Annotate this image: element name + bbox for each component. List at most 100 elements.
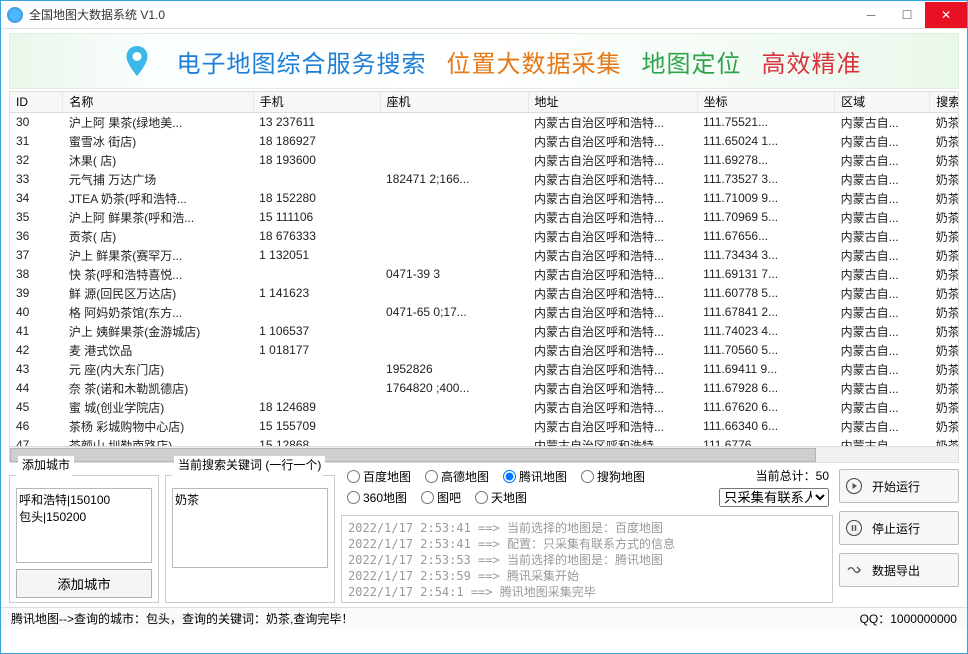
banner-text-2: 位置大数据采集: [447, 44, 622, 79]
cell-id: 43: [10, 360, 63, 379]
cell-name: 快 茶(呼和浩特喜悦...: [63, 265, 253, 284]
status-bar: 腾讯地图-->查询的城市：包头，查询的关键词：奶茶,查询完毕！ QQ：10000…: [1, 607, 967, 629]
cell-id: 39: [10, 284, 63, 303]
total-count-label: 当前总计：50: [756, 467, 829, 484]
cell-region: 内蒙古自...: [835, 322, 930, 341]
cell-kw: 奶茶: [930, 398, 959, 417]
column-header[interactable]: 名称: [63, 92, 253, 112]
column-header[interactable]: 座机: [380, 92, 528, 112]
cell-mobile: 15 111106: [253, 208, 380, 227]
cell-coord: 111.67656...: [697, 227, 834, 246]
cell-name: 茶杨 彩城购物中心店): [63, 417, 253, 436]
column-header[interactable]: ID: [10, 92, 63, 112]
column-header[interactable]: 手机: [253, 92, 380, 112]
cell-addr: 内蒙古自治区呼和浩特...: [528, 227, 697, 246]
cell-name: 沪上 鲜果茶(赛罕万...: [63, 246, 253, 265]
stop-icon: [844, 518, 864, 538]
table-row[interactable]: 39鲜 源(回民区万达店)1 141623内蒙古自治区呼和浩特...111.60…: [10, 284, 959, 303]
cell-phone: [380, 227, 528, 246]
cell-kw: 奶茶: [930, 246, 959, 265]
radio-baidu[interactable]: 百度地图: [347, 468, 411, 485]
column-header[interactable]: 坐标: [697, 92, 834, 112]
radio-tuba[interactable]: 图吧: [421, 489, 461, 506]
table-row[interactable]: 38快 茶(呼和浩特喜悦...0471-39 3内蒙古自治区呼和浩特...111…: [10, 265, 959, 284]
cell-name: 蜜雪冰 街店): [63, 132, 253, 151]
table-row[interactable]: 31蜜雪冰 街店)18 186927内蒙古自治区呼和浩特...111.65024…: [10, 132, 959, 151]
cell-kw: 奶茶: [930, 170, 959, 189]
cell-phone: 1952826: [380, 360, 528, 379]
column-header[interactable]: 搜索词: [930, 92, 959, 112]
minimize-button[interactable]: ─: [853, 2, 889, 28]
cell-region: 内蒙古自...: [835, 246, 930, 265]
cell-region: 内蒙古自...: [835, 379, 930, 398]
table-row[interactable]: 41沪上 姨鲜果茶(金游城店)1 106537内蒙古自治区呼和浩特...111.…: [10, 322, 959, 341]
cell-addr: 内蒙古自治区呼和浩特...: [528, 284, 697, 303]
table-row[interactable]: 33元气捕 万达广场182471 2;166...内蒙古自治区呼和浩特...11…: [10, 170, 959, 189]
data-table[interactable]: ID名称手机座机地址坐标区域搜索词来源 30沪上阿 果茶(绿地美...13 23…: [9, 91, 959, 463]
cell-addr: 内蒙古自治区呼和浩特...: [528, 189, 697, 208]
table-row[interactable]: 42麦 港式饮品1 018177内蒙古自治区呼和浩特...111.70560 5…: [10, 341, 959, 360]
collect-mode-select[interactable]: 只采集有联系人: [719, 488, 829, 507]
table-row[interactable]: 32沐果( 店)18 193600内蒙古自治区呼和浩特...111.69278.…: [10, 151, 959, 170]
radio-tencent[interactable]: 腾讯地图: [503, 468, 567, 485]
cell-id: 36: [10, 227, 63, 246]
cell-id: 40: [10, 303, 63, 322]
cell-mobile: 13 237611: [253, 112, 380, 132]
cell-phone: [380, 284, 528, 303]
cell-addr: 内蒙古自治区呼和浩特...: [528, 151, 697, 170]
table-row[interactable]: 40格 阿妈奶茶馆(东方...0471-65 0;17...内蒙古自治区呼和浩特…: [10, 303, 959, 322]
close-button[interactable]: ✕: [925, 2, 967, 28]
action-panel: 开始运行 停止运行 数据导出: [839, 467, 959, 603]
cell-kw: 奶茶: [930, 265, 959, 284]
cell-kw: 奶茶: [930, 189, 959, 208]
cell-id: 37: [10, 246, 63, 265]
horizontal-scrollbar[interactable]: [10, 446, 958, 462]
cell-kw: 奶茶: [930, 417, 959, 436]
table-row[interactable]: 34JTEA 奶茶(呼和浩特...18 152280内蒙古自治区呼和浩特...1…: [10, 189, 959, 208]
cell-mobile: 1 106537: [253, 322, 380, 341]
city-textarea[interactable]: [16, 488, 152, 563]
cell-region: 内蒙古自...: [835, 227, 930, 246]
cell-addr: 内蒙古自治区呼和浩特...: [528, 341, 697, 360]
table-row[interactable]: 43元 座(内大东门店)1952826 内蒙古自治区呼和浩特...111.694…: [10, 360, 959, 379]
banner-logo-icon: [117, 41, 157, 81]
cell-kw: 奶茶: [930, 360, 959, 379]
start-button[interactable]: 开始运行: [839, 469, 959, 503]
cell-coord: 111.73434 3...: [697, 246, 834, 265]
radio-sogou[interactable]: 搜狗地图: [581, 468, 645, 485]
column-header[interactable]: 区域: [835, 92, 930, 112]
cell-addr: 内蒙古自治区呼和浩特...: [528, 360, 697, 379]
cell-phone: [380, 246, 528, 265]
add-city-button[interactable]: 添加城市: [16, 569, 152, 598]
cell-kw: 奶茶: [930, 132, 959, 151]
radio-360[interactable]: 360地图: [347, 489, 407, 506]
cell-phone: [380, 341, 528, 360]
cell-id: 34: [10, 189, 63, 208]
app-icon: [7, 7, 23, 23]
export-button[interactable]: 数据导出: [839, 553, 959, 587]
cell-mobile: 18 676333: [253, 227, 380, 246]
title-bar: 全国地图大数据系统 V1.0 ─ ☐ ✕: [1, 1, 967, 29]
column-header[interactable]: 地址: [528, 92, 697, 112]
table-row[interactable]: 46茶杨 彩城购物中心店)15 155709内蒙古自治区呼和浩特...111.6…: [10, 417, 959, 436]
cell-phone: [380, 132, 528, 151]
table-row[interactable]: 35沪上阿 鲜果茶(呼和浩...15 111106内蒙古自治区呼和浩特...11…: [10, 208, 959, 227]
cell-coord: 111.60778 5...: [697, 284, 834, 303]
radio-gaode[interactable]: 高德地图: [425, 468, 489, 485]
maximize-button[interactable]: ☐: [889, 2, 925, 28]
cell-name: 元气捕 万达广场: [63, 170, 253, 189]
cell-region: 内蒙古自...: [835, 417, 930, 436]
table-row[interactable]: 44奈 茶(诺和木勒凯德店)1764820 ;400...内蒙古自治区呼和浩特.…: [10, 379, 959, 398]
cell-region: 内蒙古自...: [835, 112, 930, 132]
cell-mobile: [253, 360, 380, 379]
cell-mobile: 18 124689: [253, 398, 380, 417]
table-row[interactable]: 45蜜 城(创业学院店)18 124689内蒙古自治区呼和浩特...111.67…: [10, 398, 959, 417]
table-row[interactable]: 30沪上阿 果茶(绿地美...13 237611内蒙古自治区呼和浩特...111…: [10, 112, 959, 132]
table-row[interactable]: 36贡茶( 店)18 676333内蒙古自治区呼和浩特...111.67656.…: [10, 227, 959, 246]
map-source-radios-row1: 百度地图 高德地图 腾讯地图 搜狗地图: [341, 467, 719, 486]
radio-tianditu[interactable]: 天地图: [475, 489, 527, 506]
cell-mobile: [253, 303, 380, 322]
table-row[interactable]: 37沪上 鲜果茶(赛罕万...1 132051内蒙古自治区呼和浩特...111.…: [10, 246, 959, 265]
stop-button[interactable]: 停止运行: [839, 511, 959, 545]
keyword-textarea[interactable]: [172, 488, 328, 568]
